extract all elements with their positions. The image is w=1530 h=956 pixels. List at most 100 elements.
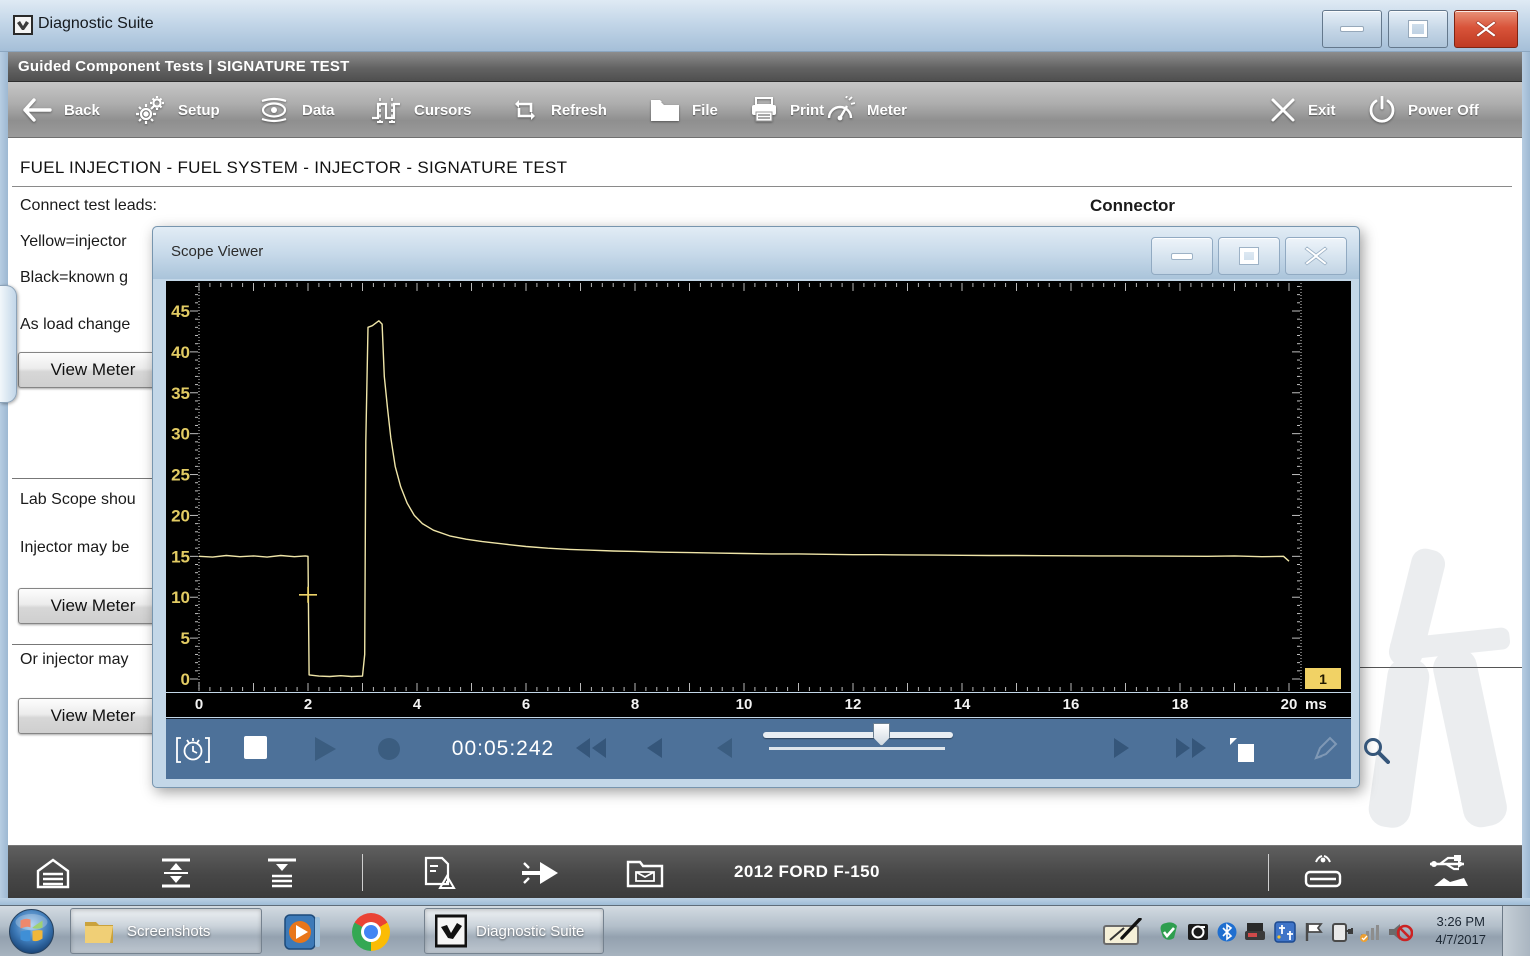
tray-clock[interactable]: 3:26 PM 4/7/2017 <box>1435 913 1486 949</box>
maximize-button[interactable] <box>1388 10 1448 48</box>
tray-pen-input-icon[interactable] <box>1102 918 1148 951</box>
slide-panel-handle[interactable] <box>0 285 17 403</box>
snapshot-button[interactable] <box>1228 736 1256 767</box>
trigger-timer-icon[interactable] <box>176 736 210 769</box>
step-back-button[interactable] <box>644 736 664 765</box>
svg-text:30: 30 <box>171 425 190 444</box>
close-button[interactable] <box>1454 10 1518 48</box>
setup-button[interactable]: Setup <box>136 82 220 138</box>
tray-network-icon[interactable] <box>1358 921 1380 948</box>
section-divider-1 <box>12 478 153 479</box>
refresh-button[interactable]: Refresh <box>511 82 607 138</box>
chrome-icon <box>352 913 390 951</box>
position-slider-track[interactable] <box>763 732 953 738</box>
record-button[interactable] <box>376 736 402 767</box>
scope-titlebar[interactable]: Scope Viewer <box>153 227 1359 279</box>
tray-volume-muted-icon[interactable] <box>1387 921 1413 948</box>
show-desktop-button[interactable] <box>1502 906 1530 956</box>
scope-close-button[interactable] <box>1285 237 1347 275</box>
eye-icon <box>258 97 290 123</box>
scope-minimize-icon <box>1171 253 1193 260</box>
position-slider-thumb[interactable] <box>873 723 890 746</box>
view-meter-button-1[interactable]: View Meter <box>18 352 168 388</box>
printer-icon <box>750 97 778 123</box>
taskbar-chrome-button[interactable] <box>352 913 390 951</box>
meter-icon <box>825 96 855 124</box>
tray-bluetooth-icon[interactable] <box>1217 921 1237 948</box>
taskbar-diagnostic-suite-button[interactable]: Diagnostic Suite <box>424 908 604 954</box>
time-axis-strip: ms 02468101214161820 <box>166 693 1351 717</box>
vehicle-bar-divider-2 <box>1268 854 1269 891</box>
scope-maximize-button[interactable] <box>1218 237 1280 275</box>
minimize-button[interactable] <box>1322 10 1382 48</box>
tray-camera-icon[interactable] <box>1187 921 1209 948</box>
section-divider-2 <box>12 644 153 645</box>
instruction-lab-scope: Lab Scope shou <box>20 491 136 509</box>
time-axis-label: 14 <box>954 696 971 713</box>
playback-time-display: 00:05:242 <box>442 737 564 761</box>
expand-sections-button[interactable] <box>158 857 194 894</box>
power-icon <box>1368 96 1396 124</box>
tray-action-center-icon[interactable] <box>1303 921 1325 948</box>
time-axis-label: 18 <box>1172 696 1189 713</box>
collapse-sections-button[interactable] <box>264 857 300 894</box>
playback-controls: 00:05:242 <box>166 718 1351 779</box>
page-title: FUEL INJECTION - FUEL SYSTEM - INJECTOR … <box>20 158 567 178</box>
tray-language-icon[interactable] <box>1274 921 1296 948</box>
svg-text:20: 20 <box>171 506 190 525</box>
zoom-button[interactable] <box>1362 736 1390 769</box>
back-button[interactable]: Back <box>22 82 100 138</box>
rewind-button[interactable] <box>574 736 608 765</box>
scope-plot-area[interactable]: 051015202530354045 1 <box>166 281 1351 692</box>
usb-connection-icon[interactable] <box>1426 852 1472 899</box>
time-axis-label: 12 <box>845 696 862 713</box>
svg-text:0: 0 <box>181 670 190 689</box>
svg-text:40: 40 <box>171 343 190 362</box>
file-button[interactable]: File <box>650 82 718 138</box>
svg-text:25: 25 <box>171 466 190 485</box>
wireless-device-icon[interactable] <box>1298 854 1348 897</box>
start-button[interactable] <box>8 908 55 956</box>
time-axis-label: 20 <box>1281 696 1298 713</box>
time-axis-label: 10 <box>736 696 753 713</box>
view-meter-button-2[interactable]: View Meter <box>18 588 168 624</box>
taskbar-screenshots-button[interactable]: Screenshots <box>70 908 262 954</box>
annotate-button[interactable] <box>1312 736 1338 767</box>
back-arrow-icon <box>22 98 52 122</box>
meter-button[interactable]: Meter <box>825 82 907 138</box>
tray-antivirus-icon[interactable] <box>1158 921 1180 948</box>
scope-minimize-button[interactable] <box>1151 237 1213 275</box>
tray-power-plug-icon[interactable] <box>1331 921 1355 948</box>
fast-forward-button[interactable] <box>1174 736 1208 765</box>
connector-label: Connector <box>1090 196 1175 216</box>
saved-files-button[interactable] <box>626 858 664 893</box>
exit-button[interactable]: Exit <box>1270 82 1336 138</box>
svg-text:15: 15 <box>171 547 190 566</box>
data-button[interactable]: Data <box>258 82 335 138</box>
stop-button[interactable] <box>244 736 267 759</box>
svg-text:45: 45 <box>171 302 190 321</box>
taskbar-media-player-button[interactable] <box>282 912 322 956</box>
waveform-chart: 051015202530354045 <box>166 281 1351 692</box>
home-button[interactable] <box>34 857 72 894</box>
view-meter-button-3[interactable]: View Meter <box>18 698 168 734</box>
cursors-button[interactable]: Cursors <box>370 82 472 138</box>
play-button[interactable] <box>312 736 338 767</box>
print-button[interactable]: Print <box>750 82 824 138</box>
tray-device-icon[interactable] <box>1243 921 1267 948</box>
report-button[interactable] <box>420 856 458 895</box>
maximize-icon <box>1409 21 1427 37</box>
time-axis-label: 6 <box>522 696 530 713</box>
os-taskbar: Screenshots Diagnostic Suite <box>0 905 1530 956</box>
power-off-button[interactable]: Power Off <box>1368 82 1479 138</box>
frame-back-button[interactable] <box>714 736 734 765</box>
step-forward-button[interactable] <box>1112 736 1132 765</box>
jump-to-button[interactable] <box>520 858 560 893</box>
time-axis-label: 2 <box>304 696 312 713</box>
vehicle-bar: 2012 FORD F-150 <box>8 845 1522 898</box>
scope-window-title: Scope Viewer <box>171 243 263 260</box>
scope-viewer-window[interactable]: Scope Viewer 051015202530354045 1 m <box>152 226 1360 788</box>
instruction-connect-leads: Connect test leads: <box>20 197 157 215</box>
toolbar: Back Setup Data <box>8 82 1522 138</box>
media-player-icon <box>282 912 322 952</box>
